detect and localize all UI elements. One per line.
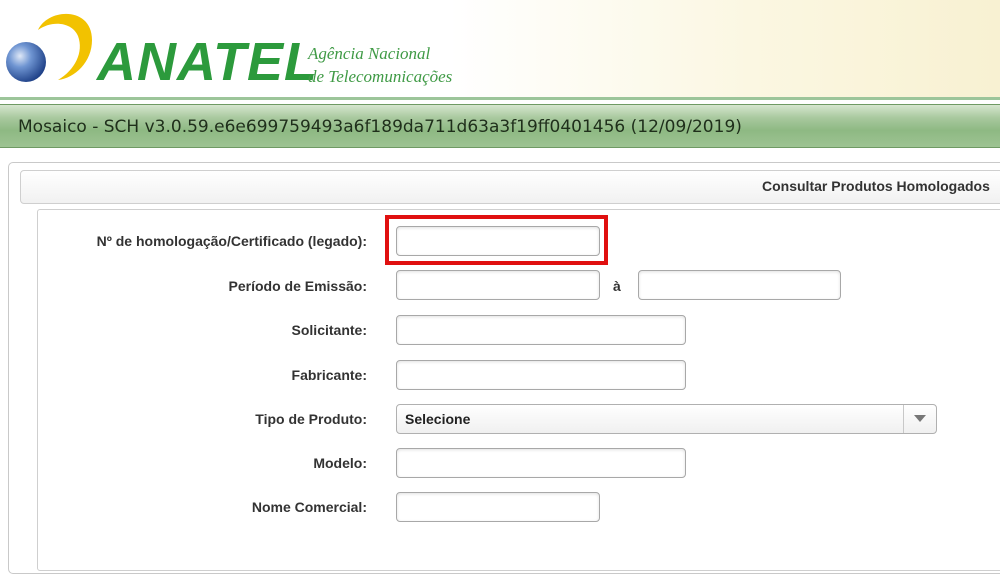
page-title: Consultar Produtos Homologados xyxy=(762,178,990,194)
agency-line-2: de Telecomunicações xyxy=(308,67,453,86)
periodo-end-input[interactable] xyxy=(638,270,841,300)
modelo-label: Modelo: xyxy=(313,455,367,471)
version-bar: Mosaico - SCH v3.0.59.e6e699759493a6f189… xyxy=(0,104,1000,148)
anatel-logo-text: ANATEL xyxy=(97,32,318,92)
header-divider xyxy=(0,97,1000,100)
periodo-start-input[interactable] xyxy=(396,270,600,300)
dropdown-arrow[interactable] xyxy=(903,405,936,433)
nome-comercial-label: Nome Comercial: xyxy=(251,499,367,515)
tipo-produto-label: Tipo de Produto: xyxy=(255,411,367,427)
header: ANATEL Agência Nacional de Telecomunicaç… xyxy=(0,0,1000,100)
solicitante-input[interactable] xyxy=(396,315,686,345)
chevron-down-icon xyxy=(914,415,926,422)
solicitante-label: Solicitante: xyxy=(291,322,367,338)
homologacao-label: Nº de homologação/Certificado (legado): xyxy=(96,233,367,249)
anatel-logo-icon xyxy=(6,13,92,82)
fabricante-label: Fabricante: xyxy=(291,367,367,383)
agency-name: Agência Nacional de Telecomunicações xyxy=(308,42,452,88)
periodo-separator: à xyxy=(613,278,621,294)
fabricante-input[interactable] xyxy=(396,360,686,390)
version-text: Mosaico - SCH v3.0.59.e6e699759493a6f189… xyxy=(18,117,742,137)
periodo-label: Período de Emissão: xyxy=(228,278,367,294)
nome-comercial-input[interactable] xyxy=(396,492,600,522)
tipo-produto-value: Selecione xyxy=(405,411,471,427)
modelo-input[interactable] xyxy=(396,448,686,478)
highlight-box xyxy=(385,215,608,265)
tipo-produto-select[interactable]: Selecione xyxy=(396,404,937,434)
agency-line-1: Agência Nacional xyxy=(308,44,431,63)
